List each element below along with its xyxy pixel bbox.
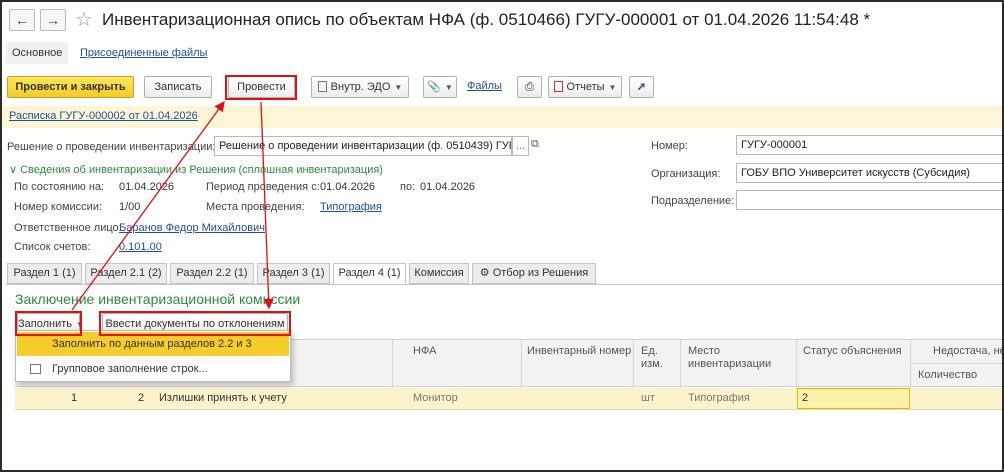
responsible-label: Ответственное лицо: bbox=[14, 222, 122, 234]
back-button[interactable]: ← bbox=[9, 9, 35, 31]
decision-field[interactable]: Решение о проведении инвентаризации (ф. … bbox=[214, 136, 512, 156]
reports-button[interactable]: Отчеты ▼ bbox=[548, 76, 622, 98]
decision-select-button[interactable]: ... bbox=[512, 136, 529, 156]
status-cell-input[interactable]: 2 bbox=[797, 388, 910, 409]
row-code: 2 bbox=[138, 392, 145, 404]
tab-section-2-2[interactable]: Раздел 2.2 (1) bbox=[170, 263, 254, 284]
fill-label: Заполнить bbox=[18, 318, 73, 330]
header-divider bbox=[910, 363, 1002, 364]
period-label: Период проведения с: bbox=[206, 181, 320, 193]
chevron-down-icon: ▼ bbox=[76, 320, 84, 329]
reports-label: Отчеты bbox=[566, 81, 605, 93]
number-field[interactable]: ГУГУ-000001 bbox=[736, 135, 1002, 155]
number-label: Номер: bbox=[651, 140, 688, 152]
column-divider bbox=[910, 340, 911, 388]
table-row[interactable]: 1 2 Излишки принять к учету Монитор шт Т… bbox=[15, 388, 1002, 410]
col-shortage[interactable]: Недостача, не bbox=[933, 345, 1002, 358]
column-divider bbox=[796, 340, 797, 388]
tabs-underline bbox=[6, 284, 1002, 285]
conclusion-title: Заключение инвентаризационной комиссии bbox=[15, 291, 301, 307]
title-bar: ← → ☆ Инвентаризационная опись по объект… bbox=[2, 2, 1002, 38]
chevron-down-icon: ▼ bbox=[394, 83, 403, 92]
responsible-link[interactable]: Баранов Федор Михайлович bbox=[119, 222, 265, 234]
places-label: Места проведения: bbox=[206, 201, 305, 213]
tab-main[interactable]: Основное bbox=[6, 42, 69, 64]
as-of-label: По состоянию на: bbox=[14, 181, 105, 193]
tab-section-2-1[interactable]: Раздел 2.1 (2) bbox=[85, 263, 167, 284]
arrow-left-icon: ← bbox=[15, 12, 29, 28]
accounts-label: Список счетов: bbox=[14, 241, 91, 253]
edo-label: Внутр. ЭДО bbox=[330, 81, 391, 93]
report-icon bbox=[553, 81, 563, 92]
menu-item-fill-from-sections[interactable]: Заполнить по данным разделов 2.2 и 3 bbox=[17, 332, 289, 356]
window-title: Инвентаризационная опись по объектам НФА… bbox=[102, 10, 871, 29]
receipt-link[interactable]: Расписка ГУГУ-000002 от 01.04.2026 bbox=[9, 110, 198, 122]
column-divider bbox=[680, 340, 681, 388]
organization-field[interactable]: ГОБУ ВПО Университет искусств (Субсидия) bbox=[736, 163, 1002, 183]
chevron-down-icon: ▼ bbox=[444, 83, 453, 92]
save-button[interactable]: Записать bbox=[144, 76, 212, 98]
app-window: ← → ☆ Инвентаризационная опись по объект… bbox=[0, 0, 1004, 472]
menu-item-group-fill-label: Групповое заполнение строк... bbox=[52, 363, 208, 375]
edo-button[interactable]: Внутр. ЭДО ▼ bbox=[311, 76, 409, 98]
curved-arrow-icon: ➚ bbox=[636, 81, 647, 93]
row-place: Типография bbox=[688, 392, 750, 404]
attach-button[interactable]: 📎 ▼ bbox=[423, 76, 457, 98]
department-field[interactable] bbox=[736, 190, 1002, 210]
tab-section-3[interactable]: Раздел 3 (1) bbox=[257, 263, 330, 284]
decision-label: Решение о проведении инвентаризации: bbox=[7, 141, 216, 153]
column-divider bbox=[521, 340, 522, 388]
as-of-value: 01.04.2026 bbox=[119, 181, 175, 193]
organization-label: Организация: bbox=[651, 168, 721, 180]
forward-button[interactable]: → bbox=[40, 9, 66, 31]
row-unit: шт bbox=[641, 392, 655, 404]
menu-item-group-fill[interactable]: Групповое заполнение строк... bbox=[17, 358, 289, 380]
tab-commission[interactable]: Комиссия bbox=[409, 263, 469, 284]
places-link[interactable]: Типография bbox=[320, 201, 382, 213]
goto-button[interactable]: ➚ bbox=[629, 76, 654, 98]
print-button[interactable]: ⎙ bbox=[517, 76, 542, 98]
inventory-info-group[interactable]: ∨ Сведения об инвентаризации из Решения … bbox=[9, 163, 383, 176]
col-unit[interactable]: Ед. изм. bbox=[641, 345, 679, 371]
column-divider bbox=[633, 340, 634, 388]
tab-attached-files[interactable]: Присоединенные файлы bbox=[80, 42, 207, 64]
post-and-close-button[interactable]: Провести и закрыть bbox=[7, 76, 134, 98]
tab-section-4[interactable]: Раздел 4 (1) bbox=[333, 263, 406, 285]
star-icon[interactable]: ☆ bbox=[75, 7, 93, 32]
tab-decision-filter-label: Отбор из Решения bbox=[492, 267, 589, 279]
open-link-icon[interactable]: ⧉ bbox=[531, 138, 539, 151]
table-icon bbox=[30, 364, 41, 374]
col-status[interactable]: Статус объяснения bbox=[803, 345, 902, 358]
period-to-value: 01.04.2026 bbox=[420, 181, 476, 193]
period-to-label: по: bbox=[400, 181, 416, 193]
row-decision: Излишки принять к учету bbox=[159, 392, 287, 404]
chevron-down-icon: ▼ bbox=[608, 83, 617, 92]
col-inventory-number[interactable]: Инвентарный номер bbox=[527, 345, 631, 358]
row-number: 1 bbox=[71, 392, 78, 404]
paperclip-icon: 📎 bbox=[427, 81, 441, 93]
files-link[interactable]: Файлы bbox=[467, 80, 502, 92]
commission-value: 1/00 bbox=[119, 201, 141, 213]
chevron-down-icon: ∨ bbox=[9, 164, 21, 176]
toolbar: Провести и закрыть Записать Провести Вну… bbox=[2, 76, 1002, 100]
column-divider bbox=[392, 340, 393, 388]
commission-label: Номер комиссии: bbox=[14, 201, 103, 213]
inventory-info-title: Сведения об инвентаризации из Решения (с… bbox=[20, 164, 383, 176]
col-place[interactable]: Место инвентаризации bbox=[688, 345, 793, 371]
arrow-right-icon: → bbox=[46, 12, 60, 28]
period-from-value: 01.04.2026 bbox=[320, 181, 376, 193]
printer-icon: ⎙ bbox=[525, 81, 534, 93]
fill-dropdown-menu: Заполнить по данным разделов 2.2 и 3 Гру… bbox=[15, 330, 291, 382]
post-button[interactable]: Провести bbox=[228, 76, 295, 98]
col-nfa[interactable]: НФА bbox=[413, 345, 436, 358]
document-icon bbox=[317, 81, 327, 92]
col-quantity[interactable]: Количество bbox=[918, 369, 977, 382]
receipt-notice: Расписка ГУГУ-000002 от 01.04.2026 bbox=[2, 106, 1002, 128]
department-label: Подразделение: bbox=[651, 195, 735, 207]
accounts-link[interactable]: 0.101.00 bbox=[119, 241, 162, 253]
row-nfa: Монитор bbox=[413, 392, 458, 404]
tab-decision-filter[interactable]: ⚙ Отбор из Решения bbox=[472, 263, 596, 284]
tab-section-1[interactable]: Раздел 1 (1) bbox=[7, 263, 82, 284]
gear-icon: ⚙ bbox=[479, 267, 493, 279]
